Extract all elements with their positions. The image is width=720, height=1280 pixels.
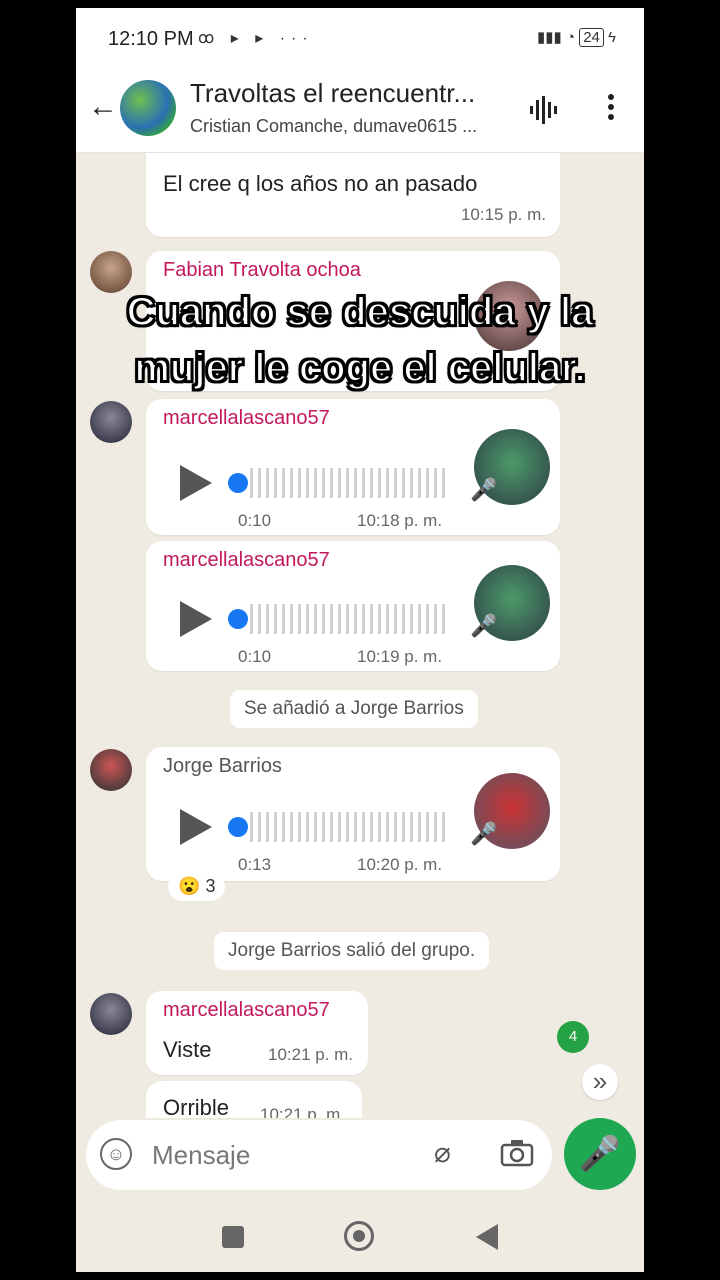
- voice-chat-icon[interactable]: [528, 94, 560, 126]
- audio-duration: 0:13: [238, 855, 272, 874]
- play-icon[interactable]: [180, 601, 212, 637]
- signal-icon: ▮▮▮: [537, 29, 562, 46]
- audio-waveform[interactable]: [250, 604, 446, 634]
- voice-message-bubble[interactable]: Jorge Barrios 0:13 10:20 p. m. 🎤: [146, 747, 560, 881]
- message-bubble[interactable]: Orrible 10:21 p. m.: [146, 1081, 362, 1118]
- system-message: Se añadió a Jorge Barrios: [230, 690, 478, 728]
- status-bar: 12:10 PM ꝏ ▸ ▸ ··· ▮▮▮ ◔ 24 ϟ: [76, 8, 644, 68]
- battery-icon: 24: [579, 28, 604, 47]
- audio-waveform[interactable]: [250, 812, 446, 842]
- audio-progress-dot[interactable]: [228, 473, 248, 493]
- caption-line-2: mujer le coge el celular.: [133, 345, 586, 391]
- avatar[interactable]: [90, 993, 132, 1035]
- play-icon[interactable]: [180, 809, 212, 845]
- audio-progress-dot[interactable]: [228, 817, 248, 837]
- charging-icon: ϟ: [608, 29, 616, 46]
- reaction-emoji: 😮: [178, 876, 201, 896]
- message-time: 10:19 p. m.: [357, 647, 443, 666]
- phone-screen: 12:10 PM ꝏ ▸ ▸ ··· ▮▮▮ ◔ 24 ϟ ← Travolta…: [76, 8, 644, 1272]
- message-time: 10:15 p. m.: [460, 205, 546, 224]
- scroll-down-icon[interactable]: »: [582, 1064, 618, 1100]
- system-message: Jorge Barrios salió del grupo.: [214, 932, 490, 970]
- message-reaction[interactable]: 😮 3: [168, 872, 226, 901]
- status-notification-icons: ꝏ ▸ ▸ ···: [198, 30, 314, 47]
- message-time: 10:20 p. m.: [357, 855, 443, 874]
- message-time: 10:21 p. m.: [260, 1105, 346, 1118]
- attach-icon[interactable]: ⌀: [434, 1136, 451, 1169]
- group-title[interactable]: Travoltas el reencuentr...: [190, 78, 510, 109]
- message-time: 10:21 p. m.: [268, 1045, 354, 1064]
- message-text: El cree q los años no an pasado: [163, 171, 478, 196]
- sender-name: Jorge Barrios: [163, 755, 282, 777]
- more-options-icon[interactable]: [596, 90, 626, 130]
- camera-icon[interactable]: [500, 1138, 534, 1168]
- system-nav-bar: [76, 1198, 644, 1272]
- reaction-count: 3: [205, 876, 216, 896]
- message-text: Orrible: [163, 1095, 230, 1118]
- chat-header: ← Travoltas el reencuentr... Cristian Co…: [76, 68, 644, 153]
- audio-duration: 0:10: [238, 511, 272, 530]
- mic-button[interactable]: 🎤: [564, 1118, 636, 1190]
- mic-icon: 🎤: [470, 477, 498, 502]
- unread-count-badge[interactable]: 4: [557, 1021, 589, 1053]
- message-input-bar: ☺ Mensaje ⌀: [86, 1120, 552, 1190]
- avatar[interactable]: [90, 749, 132, 791]
- message-text: Viste: [163, 1037, 212, 1062]
- battery-level: 24: [583, 29, 600, 46]
- emoji-icon[interactable]: ☺: [100, 1138, 132, 1170]
- status-time: 12:10 PM: [108, 28, 194, 50]
- play-icon[interactable]: [180, 465, 212, 501]
- sender-name: marcellalascano57: [163, 999, 330, 1021]
- sender-name: Fabian Travolta ochoa: [163, 259, 361, 281]
- mic-icon: 🎤: [470, 613, 498, 638]
- avatar[interactable]: [90, 401, 132, 443]
- home-icon[interactable]: [344, 1221, 374, 1251]
- caption-line-1: Cuando se descuida y la: [126, 289, 595, 335]
- audio-waveform[interactable]: [250, 468, 446, 498]
- recents-icon[interactable]: [222, 1226, 244, 1248]
- message-time: 10:18 p. m.: [357, 511, 443, 530]
- audio-duration: 0:10: [238, 647, 272, 666]
- sender-name: marcellalascano57: [163, 407, 330, 429]
- message-bubble[interactable]: El cree q los años no an pasado 10:15 p.…: [146, 153, 560, 237]
- group-avatar[interactable]: [120, 80, 176, 136]
- status-right: ▮▮▮ ◔ 24 ϟ: [537, 28, 616, 47]
- voice-message-bubble[interactable]: marcellalascano57 0:10 10:19 p. m. 🎤: [146, 541, 560, 671]
- voice-message-bubble[interactable]: marcellalascano57 0:10 10:18 p. m. 🎤: [146, 399, 560, 535]
- message-input[interactable]: Mensaje: [152, 1140, 250, 1171]
- message-bubble[interactable]: marcellalascano57 Viste 10:21 p. m.: [146, 991, 368, 1075]
- back-arrow-icon[interactable]: ←: [88, 92, 118, 122]
- mic-icon: 🎤: [470, 821, 498, 846]
- back-icon[interactable]: [476, 1224, 498, 1250]
- sender-name: marcellalascano57: [163, 549, 330, 571]
- audio-progress-dot[interactable]: [228, 609, 248, 629]
- wifi-icon: ◔: [565, 29, 576, 46]
- group-members[interactable]: Cristian Comanche, dumave0615 ...: [190, 116, 510, 137]
